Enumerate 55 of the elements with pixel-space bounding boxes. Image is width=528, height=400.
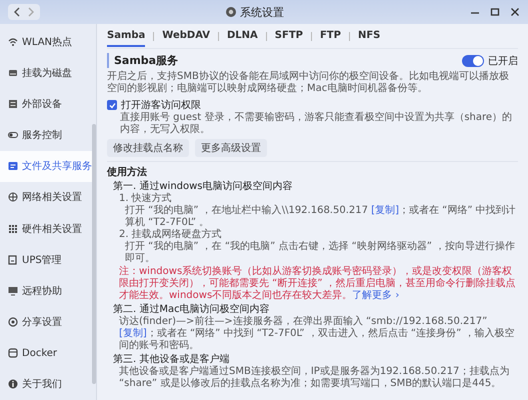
action-button[interactable]: 更多高级设置 bbox=[195, 139, 267, 157]
list-icon bbox=[8, 98, 18, 109]
tab[interactable]: SFTP bbox=[274, 25, 303, 47]
warning-text: 注：windows系统切换账号（比如从游客切换成账号密码登录），或是改变权限（游客权限由打开变关闭），可能都需要先 “断开连接” ，然后重启电脑，甚至用命令行删除挂载点才能生效。windows不同版本之间也存在较大差异。了解更多 › bbox=[118, 266, 517, 302]
tab[interactable]: FTP bbox=[320, 25, 341, 47]
sidebar-item[interactable]: 服务控制 bbox=[0, 120, 96, 151]
app-logo-icon bbox=[226, 7, 236, 17]
step-label: 2. 挂载成网络硬盘方式 bbox=[118, 229, 223, 240]
monitor-icon bbox=[8, 286, 18, 296]
tab[interactable]: WebDAV bbox=[162, 25, 210, 47]
toggle-switch[interactable] bbox=[462, 54, 484, 66]
sidebar-item[interactable]: 挂载为磁盘 bbox=[0, 57, 96, 88]
sidebar-item[interactable]: UPS管理 bbox=[0, 244, 96, 276]
link[interactable]: [复制] bbox=[371, 205, 399, 216]
grid-icon bbox=[8, 224, 18, 234]
sidebar-item[interactable]: 硬件相关设置 bbox=[0, 213, 96, 244]
toggle-icon bbox=[8, 130, 18, 140]
hint-text: 直接用账号 guest 登录，不需要输密码，游客只能查看极空间中设置为共享（share）的内容，无写入权限。 bbox=[119, 112, 514, 136]
checkmark-icon bbox=[108, 102, 116, 108]
window-title: 系统设置 bbox=[240, 4, 284, 20]
action-button[interactable]: 修改挂载点名称 bbox=[107, 139, 189, 157]
scrollbar-thumb[interactable] bbox=[92, 124, 96, 384]
sidebar-item[interactable]: 关于我们 bbox=[0, 368, 96, 400]
folder-icon bbox=[8, 161, 18, 172]
tab[interactable]: NFS bbox=[358, 25, 380, 47]
tab[interactable]: Samba bbox=[107, 25, 146, 47]
link[interactable]: [复制] bbox=[119, 328, 147, 339]
description-text: 开启之后，支持SMB协议的设备能在局域网中访问你的极空间设备。比如电视端可以播放极空间的影视剧；电脑端可以映射成网络硬盘；Mac电脑时间机器备份等。 bbox=[107, 71, 510, 95]
sidebar-item[interactable]: Docker bbox=[0, 338, 96, 369]
sidebar-item[interactable]: 远程协助 bbox=[0, 275, 96, 307]
sidebar-item[interactable]: 网络相关设置 bbox=[0, 182, 96, 214]
checkbox-label: 打开游客访问权限 bbox=[121, 98, 201, 112]
sidebar-item[interactable]: 外部设备 bbox=[0, 88, 96, 120]
step-label: 1. 快速方式 bbox=[118, 193, 173, 204]
box-icon bbox=[8, 348, 18, 358]
subsection-heading: 第一. 通过windows电脑访问极空间内容 bbox=[112, 181, 294, 192]
subsection-heading: 第二. 通过Mac电脑访问极空间内容 bbox=[112, 304, 271, 316]
instruction-text: 打开 “我的电脑” ，在 “我的电脑” 点击右键，选择 “映射网络驱动器” ，按向导进行操作即可。 bbox=[124, 241, 516, 265]
instruction-text: 打开 “我的电脑” ，在地址栏中输入\\192.168.50.217 [复制]；或者在 “网络” 中找到计算机 “T2-7F0L” 。 bbox=[124, 205, 517, 228]
sidebar-item[interactable]: 分享设置 bbox=[0, 306, 96, 338]
section-title: Samba服务 bbox=[114, 53, 178, 68]
sidebar-item[interactable]: WLAN热点 bbox=[0, 26, 96, 58]
toggle-status: 已开启 bbox=[488, 54, 518, 68]
wifi-icon bbox=[8, 36, 18, 47]
subsection-heading: 第三. 其他设备或是客户端 bbox=[112, 354, 230, 366]
link[interactable]: 了解更多 › bbox=[352, 290, 400, 301]
close-icon[interactable] bbox=[510, 7, 520, 17]
checkbox[interactable] bbox=[107, 100, 117, 110]
instruction-text: 访达(finder)—>前往—>连接服务器，在弹出界面输入 “smb://192.168.50.217” [复制]；或者在 “网络” 中找到 “T2-7F0L” ，双击进入，然后点击 “连接身份” ，输入极空间的账号和密码。 bbox=[118, 316, 516, 352]
globe-icon bbox=[8, 192, 18, 202]
info-icon bbox=[8, 379, 18, 390]
section-title: 使用方法 bbox=[107, 165, 148, 179]
maximize-icon[interactable] bbox=[490, 7, 500, 17]
tab[interactable]: DLNA bbox=[227, 25, 258, 47]
instruction-text: 其他设备或是客户端通过SMB连接极空间，IP或是服务器为192.168.50.217；挂载点为 “share” 或是以修改后的挂载点名称为准；如需要填写端口，SMB的默认端口是445。 bbox=[118, 366, 510, 390]
